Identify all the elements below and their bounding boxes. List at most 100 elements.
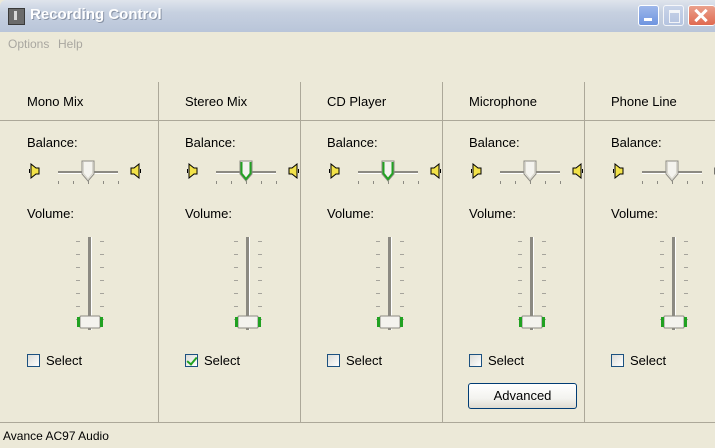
balance-slider[interactable] bbox=[665, 160, 679, 182]
volume-tick bbox=[258, 293, 262, 294]
volume-label: Volume: bbox=[611, 206, 658, 221]
title-bar[interactable]: Recording Control bbox=[0, 0, 715, 32]
select-label[interactable]: Select bbox=[204, 353, 240, 368]
balance-tick bbox=[403, 181, 404, 184]
volume-tick bbox=[542, 306, 546, 307]
balance-tick bbox=[118, 181, 119, 184]
menu-options[interactable]: Options bbox=[8, 37, 49, 51]
volume-tick bbox=[376, 306, 380, 307]
channel-header-divider bbox=[0, 120, 715, 121]
volume-tick bbox=[234, 254, 238, 255]
channel-name: Mono Mix bbox=[27, 94, 84, 109]
volume-tick bbox=[258, 267, 262, 268]
advanced-button[interactable]: Advanced bbox=[468, 383, 577, 409]
balance-tick bbox=[657, 181, 658, 184]
speaker-left-icon bbox=[186, 163, 198, 179]
balance-slider[interactable] bbox=[81, 160, 95, 182]
channel-divider bbox=[442, 82, 443, 422]
volume-tick bbox=[234, 306, 238, 307]
volume-tick bbox=[234, 293, 238, 294]
volume-slider[interactable] bbox=[77, 315, 103, 329]
channel-name: CD Player bbox=[327, 94, 387, 109]
volume-tick bbox=[518, 254, 522, 255]
volume-tick bbox=[684, 280, 688, 281]
balance-tick bbox=[103, 181, 104, 184]
volume-tick bbox=[258, 241, 262, 242]
volume-tick bbox=[258, 254, 262, 255]
speaker-left-icon bbox=[28, 163, 40, 179]
volume-label: Volume: bbox=[27, 206, 74, 221]
volume-tick bbox=[400, 241, 404, 242]
volume-tick bbox=[660, 280, 664, 281]
volume-tick bbox=[542, 293, 546, 294]
volume-tick bbox=[400, 280, 404, 281]
volume-tick bbox=[76, 267, 80, 268]
volume-tick bbox=[376, 241, 380, 242]
select-checkbox[interactable] bbox=[185, 354, 198, 367]
select-label[interactable]: Select bbox=[488, 353, 524, 368]
balance-tick bbox=[560, 181, 561, 184]
volume-tick bbox=[660, 254, 664, 255]
balance-slider[interactable] bbox=[523, 160, 537, 182]
volume-tick bbox=[684, 267, 688, 268]
volume-slider[interactable] bbox=[235, 315, 261, 329]
volume-tick bbox=[376, 267, 380, 268]
balance-tick bbox=[231, 181, 232, 184]
volume-slider[interactable] bbox=[377, 315, 403, 329]
volume-tick bbox=[76, 306, 80, 307]
select-label[interactable]: Select bbox=[46, 353, 82, 368]
volume-tick bbox=[100, 280, 104, 281]
select-label[interactable]: Select bbox=[630, 353, 666, 368]
minimize-button[interactable] bbox=[638, 5, 659, 26]
volume-tick bbox=[234, 267, 238, 268]
volume-label: Volume: bbox=[327, 206, 374, 221]
volume-tick bbox=[542, 241, 546, 242]
volume-tick bbox=[100, 293, 104, 294]
volume-tick bbox=[100, 254, 104, 255]
app-icon[interactable] bbox=[8, 8, 25, 25]
volume-tick bbox=[400, 267, 404, 268]
maximize-button[interactable] bbox=[663, 5, 684, 26]
volume-tick bbox=[258, 280, 262, 281]
balance-slider[interactable] bbox=[381, 160, 395, 182]
volume-tick bbox=[660, 267, 664, 268]
speaker-right-icon bbox=[572, 163, 584, 179]
volume-slider[interactable] bbox=[519, 315, 545, 329]
balance-slider[interactable] bbox=[239, 160, 253, 182]
balance-tick bbox=[702, 181, 703, 184]
balance-tick bbox=[58, 181, 59, 184]
balance-label: Balance: bbox=[327, 135, 378, 150]
channel-divider bbox=[584, 82, 585, 422]
close-button[interactable] bbox=[688, 5, 715, 26]
volume-tick bbox=[76, 254, 80, 255]
balance-tick bbox=[500, 181, 501, 184]
recording-control-window: Recording Control Options Help Mono Mix B… bbox=[0, 0, 715, 448]
balance-tick bbox=[418, 181, 419, 184]
balance-label: Balance: bbox=[611, 135, 662, 150]
channel-divider bbox=[158, 82, 159, 422]
volume-tick bbox=[76, 280, 80, 281]
volume-tick bbox=[684, 306, 688, 307]
volume-tick bbox=[400, 254, 404, 255]
volume-tick bbox=[100, 241, 104, 242]
volume-tick bbox=[376, 254, 380, 255]
volume-tick bbox=[660, 293, 664, 294]
volume-slider[interactable] bbox=[661, 315, 687, 329]
select-checkbox[interactable] bbox=[611, 354, 624, 367]
balance-label: Balance: bbox=[469, 135, 520, 150]
balance-tick bbox=[358, 181, 359, 184]
volume-tick bbox=[684, 254, 688, 255]
balance-tick bbox=[216, 181, 217, 184]
volume-tick bbox=[100, 267, 104, 268]
speaker-right-icon bbox=[430, 163, 442, 179]
select-checkbox[interactable] bbox=[469, 354, 482, 367]
menu-help[interactable]: Help bbox=[58, 37, 83, 51]
menu-bar: Options Help bbox=[0, 32, 715, 56]
volume-tick bbox=[376, 280, 380, 281]
select-checkbox[interactable] bbox=[27, 354, 40, 367]
volume-tick bbox=[376, 293, 380, 294]
volume-label: Volume: bbox=[469, 206, 516, 221]
select-label[interactable]: Select bbox=[346, 353, 382, 368]
select-checkbox[interactable] bbox=[327, 354, 340, 367]
balance-tick bbox=[73, 181, 74, 184]
